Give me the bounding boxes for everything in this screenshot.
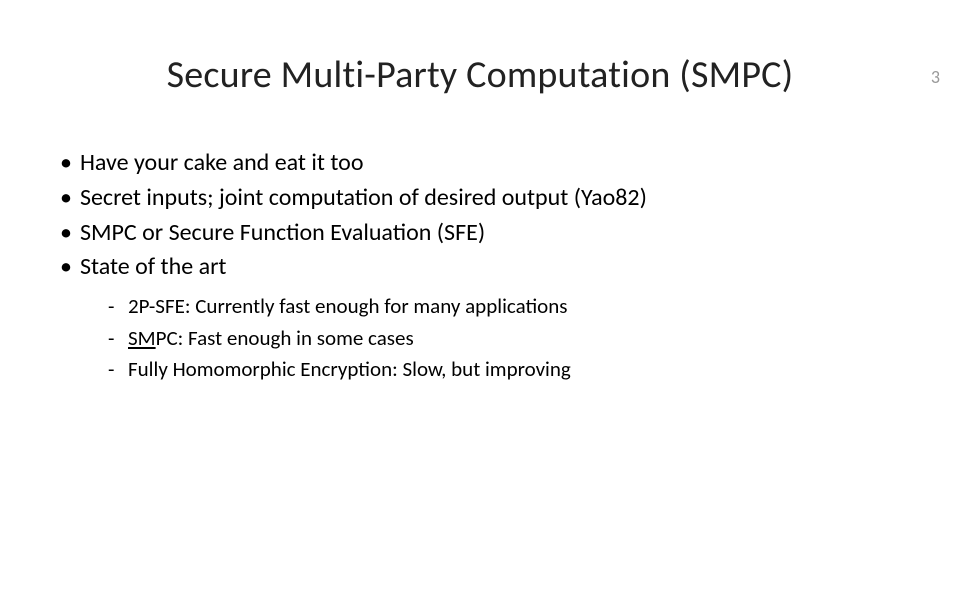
sub-bullet-text: SMPC: Fast enough in some cases — [128, 323, 414, 355]
bullet-item: • Secret inputs; joint computation of de… — [60, 181, 920, 216]
bullet-text: State of the art — [80, 250, 227, 285]
bullet-item: • SMPC or Secure Function Evaluation (SF… — [60, 216, 920, 251]
slide-title: Secure Multi-Party Computation (SMPC) — [0, 52, 960, 98]
sub-bullet-item: - 2P-SFE: Currently fast enough for many… — [108, 291, 920, 323]
bullet-item: • State of the art — [60, 250, 920, 285]
sub-bullet-text: 2P-SFE: Currently fast enough for many a… — [128, 291, 567, 323]
bullet-text: Have your cake and eat it too — [80, 146, 364, 181]
sub-bullet-item: - Fully Homomorphic Encryption: Slow, bu… — [108, 354, 920, 386]
bullet-dot-icon: • — [60, 250, 72, 285]
underlined-prefix: SM — [128, 325, 156, 351]
bullet-text: SMPC or Secure Function Evaluation (SFE) — [80, 216, 485, 251]
dash-icon: - — [108, 291, 118, 323]
bullet-dot-icon: • — [60, 216, 72, 251]
sub-bullet-item: - SMPC: Fast enough in some cases — [108, 323, 920, 355]
sub-bullet-list: - 2P-SFE: Currently fast enough for many… — [60, 291, 920, 386]
page-number: 3 — [931, 66, 940, 88]
bullet-text: Secret inputs; joint computation of desi… — [80, 181, 647, 216]
bullet-dot-icon: • — [60, 146, 72, 181]
dash-icon: - — [108, 354, 118, 386]
bullet-dot-icon: • — [60, 181, 72, 216]
bullet-item: • Have your cake and eat it too — [60, 146, 920, 181]
sub-bullet-text: Fully Homomorphic Encryption: Slow, but … — [128, 354, 571, 386]
dash-icon: - — [108, 323, 118, 355]
slide-body: • Have your cake and eat it too • Secret… — [0, 146, 960, 386]
